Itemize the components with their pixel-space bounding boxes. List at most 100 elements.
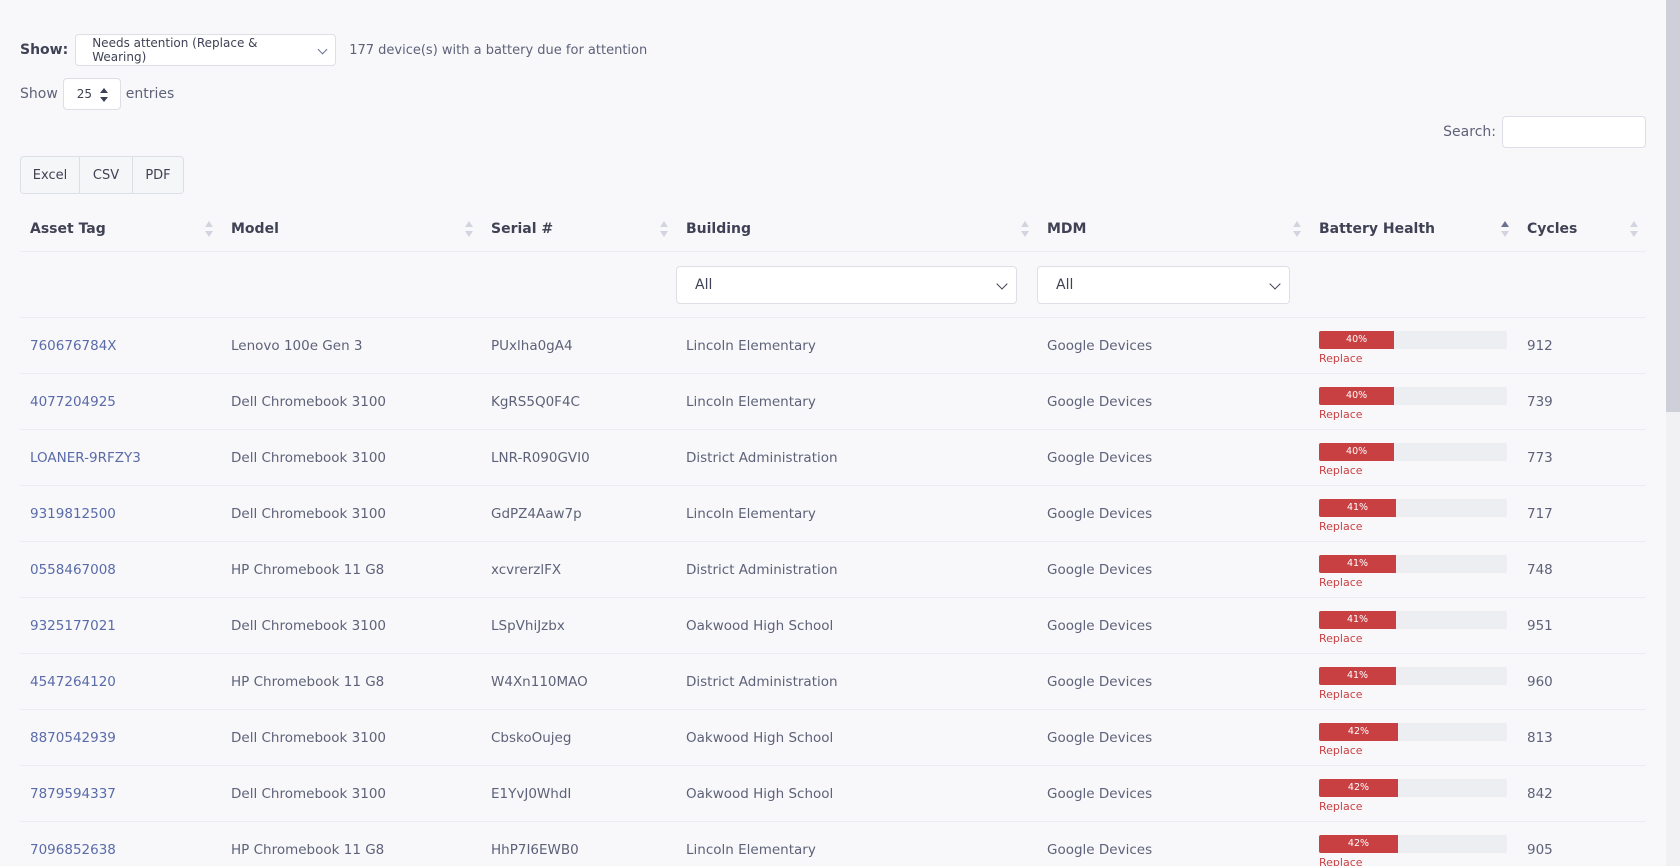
cell-cycles: 951: [1527, 617, 1553, 634]
cell-building: Oakwood High School: [686, 729, 834, 746]
col-header-battery-health[interactable]: Battery Health: [1309, 206, 1517, 252]
cell-asset-tag: 7096852638: [20, 822, 221, 866]
col-header-cycles[interactable]: Cycles: [1517, 206, 1646, 252]
cell-serial: PUxlha0gA4: [491, 337, 573, 354]
col-header-label: Battery Health: [1319, 220, 1436, 237]
table-row: LOANER-9RFZY3 Dell Chromebook 3100 LNR-R09…: [20, 430, 1646, 486]
cell-battery-health: 40% Replace: [1309, 318, 1517, 374]
cell-model: HP Chromebook 11 G8: [231, 561, 385, 578]
devices-table: Asset Tag Model Serial # Building MDM Ba…: [20, 206, 1646, 866]
cell-serial: W4Xn110MAO: [491, 673, 588, 690]
cell-mdm: Google Devices: [1047, 505, 1153, 522]
show-filter-label: Show:: [20, 42, 69, 58]
cell-mdm: Google Devices: [1047, 337, 1153, 354]
cell-mdm: Google Devices: [1047, 617, 1153, 634]
sort-asc-icon: [1501, 220, 1509, 237]
filter-cell-empty: [20, 252, 221, 318]
asset-tag-link[interactable]: 760676784X: [30, 338, 117, 354]
asset-tag-link[interactable]: 4547264120: [30, 674, 116, 690]
asset-tag-link[interactable]: 7096852638: [30, 842, 116, 858]
asset-tag-link[interactable]: 9319812500: [30, 506, 116, 522]
battery-status-label: Replace: [1319, 351, 1363, 365]
page-scrollbar[interactable]: [1666, 0, 1680, 866]
cell-cycles: 960: [1527, 673, 1553, 690]
cell-asset-tag: 9319812500: [20, 486, 221, 542]
entries-length-control: Show 25 entries: [20, 78, 174, 110]
battery-status-label: Replace: [1319, 687, 1363, 701]
table-row: 7096852638 HP Chromebook 11 G8 HhP7I6EWB0 L…: [20, 822, 1646, 866]
attention-filter-select[interactable]: Needs attention (Replace & Wearing): [75, 34, 337, 66]
cell-asset-tag: 4547264120: [20, 654, 221, 710]
col-header-model[interactable]: Model: [221, 206, 481, 252]
cell-building: District Administration: [686, 449, 838, 466]
table-row: 760676784X Lenovo 100e Gen 3 PUxlha0gA4 Lin…: [20, 318, 1646, 374]
updown-arrows-icon: [99, 88, 108, 102]
col-header-serial[interactable]: Serial #: [481, 206, 676, 252]
table-row: 9319812500 Dell Chromebook 3100 GdPZ4Aaw7p…: [20, 486, 1646, 542]
cell-cycles: 813: [1527, 729, 1553, 746]
cell-serial: E1YvJ0WhdI: [491, 785, 572, 802]
cell-mdm: Google Devices: [1047, 673, 1153, 690]
battery-bar-track: 40%: [1319, 330, 1507, 349]
cell-model: Dell Chromebook 3100: [231, 505, 386, 522]
sort-icon: [660, 220, 668, 237]
asset-tag-link[interactable]: 9325177021: [30, 618, 116, 634]
cell-battery-health: 40% Replace: [1309, 374, 1517, 430]
col-header-asset-tag[interactable]: Asset Tag: [20, 206, 221, 252]
cell-building: Lincoln Elementary: [686, 337, 816, 354]
asset-tag-link[interactable]: 8870542939: [30, 730, 116, 746]
cell-battery-health: 41% Replace: [1309, 654, 1517, 710]
asset-tag-link[interactable]: 7879594337: [30, 786, 116, 802]
cell-asset-tag: 760676784X: [20, 318, 221, 374]
search-input[interactable]: [1502, 116, 1646, 148]
col-header-label: Asset Tag: [30, 220, 106, 237]
mdm-filter-value: All: [1056, 276, 1074, 293]
building-filter-value: All: [695, 276, 713, 293]
cell-asset-tag: 4077204925: [20, 374, 221, 430]
cell-building: Oakwood High School: [686, 617, 834, 634]
filter-cell-mdm: All: [1037, 252, 1309, 318]
battery-bar-fill: 42%: [1319, 722, 1398, 741]
asset-tag-link[interactable]: 4077204925: [30, 394, 116, 410]
cell-serial: xcvrerzlFX: [491, 561, 562, 578]
sort-icon: [1630, 220, 1638, 237]
col-header-building[interactable]: Building: [676, 206, 1037, 252]
scrollbar-thumb[interactable]: [1666, 0, 1680, 412]
cell-cycles: 912: [1527, 337, 1553, 354]
chevron-down-icon: [996, 277, 1008, 290]
column-filter-row: All All: [20, 252, 1646, 318]
entries-select-value: 25: [76, 87, 93, 101]
entries-select[interactable]: 25: [62, 78, 121, 110]
battery-bar-fill: 42%: [1319, 834, 1398, 853]
table-row: 7879594337 Dell Chromebook 3100 E1YvJ0WhdI…: [20, 766, 1646, 822]
table-row: 4547264120 HP Chromebook 11 G8 W4Xn110MAO D…: [20, 654, 1646, 710]
cell-serial: LNR-R090GVI0: [491, 449, 590, 466]
battery-bar-track: 42%: [1319, 834, 1507, 853]
attention-filter-value: Needs attention (Replace & Wearing): [92, 36, 258, 64]
battery-bar-track: 42%: [1319, 722, 1507, 741]
cell-cycles: 773: [1527, 449, 1553, 466]
cell-mdm: Google Devices: [1047, 449, 1153, 466]
asset-tag-link[interactable]: LOANER-9RFZY3: [30, 450, 141, 466]
export-csv-button[interactable]: CSV: [80, 157, 133, 193]
asset-tag-link[interactable]: 0558467008: [30, 562, 116, 578]
battery-bar-fill: 40%: [1319, 330, 1395, 349]
cell-model: Dell Chromebook 3100: [231, 617, 386, 634]
mdm-filter-select[interactable]: All: [1037, 265, 1290, 304]
cell-asset-tag: 8870542939: [20, 710, 221, 766]
filter-cell-empty: [481, 252, 676, 318]
export-pdf-button[interactable]: PDF: [133, 157, 183, 193]
cell-building: Lincoln Elementary: [686, 841, 816, 858]
export-excel-button[interactable]: Excel: [21, 157, 80, 193]
table-row: 4077204925 Dell Chromebook 3100 KgRS5Q0F4C…: [20, 374, 1646, 430]
cell-building: Lincoln Elementary: [686, 393, 816, 410]
battery-status-label: Replace: [1319, 631, 1363, 645]
building-filter-select[interactable]: All: [676, 265, 1017, 304]
cell-model: Lenovo 100e Gen 3: [231, 337, 363, 354]
col-header-mdm[interactable]: MDM: [1037, 206, 1309, 252]
cell-cycles: 842: [1527, 785, 1553, 802]
battery-status-label: Replace: [1319, 799, 1363, 813]
cell-model: Dell Chromebook 3100: [231, 729, 386, 746]
cell-serial: HhP7I6EWB0: [491, 841, 579, 858]
cell-mdm: Google Devices: [1047, 729, 1153, 746]
